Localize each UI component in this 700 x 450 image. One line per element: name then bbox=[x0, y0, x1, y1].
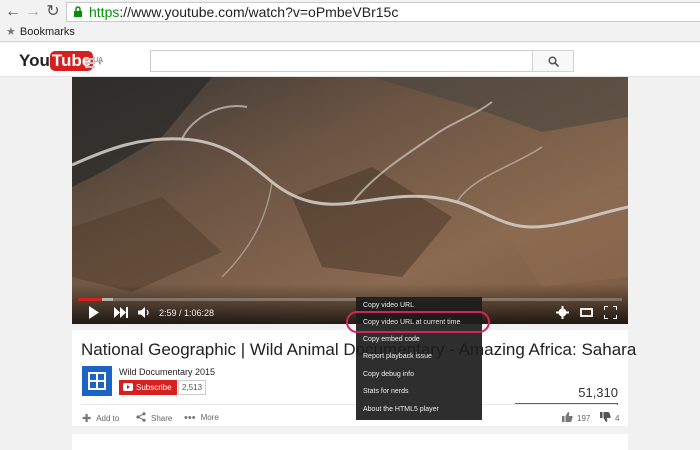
ctx-copy-video-url[interactable]: Copy video URL bbox=[363, 302, 414, 309]
next-section-card bbox=[72, 434, 628, 450]
progress-bar[interactable] bbox=[78, 298, 622, 301]
channel-name[interactable]: Wild Documentary 2015 bbox=[119, 367, 215, 377]
search-input[interactable] bbox=[150, 50, 532, 72]
share-icon bbox=[136, 412, 146, 422]
progress-loaded bbox=[102, 298, 114, 301]
subscriber-count: 2,513 bbox=[178, 380, 207, 395]
play-icon[interactable] bbox=[88, 306, 100, 319]
ctx-copy-debug-info[interactable]: Copy debug info bbox=[363, 371, 414, 378]
back-icon[interactable]: ← bbox=[4, 3, 22, 21]
bookmarks-bar-item[interactable]: ★ Bookmarks bbox=[6, 25, 75, 38]
highlight-ring bbox=[346, 311, 490, 333]
video-player[interactable]: 2:59 / 1:06:28 bbox=[72, 77, 628, 324]
ctx-stats-for-nerds[interactable]: Stats for nerds bbox=[363, 388, 409, 395]
add-to-button[interactable]: ✚ Add to bbox=[82, 412, 119, 425]
star-icon: ★ bbox=[6, 26, 16, 38]
thumbs-down-icon bbox=[600, 412, 611, 422]
ctx-copy-embed-code[interactable]: Copy embed code bbox=[363, 336, 420, 343]
video-info-card: National Geographic | Wild Animal Docume… bbox=[72, 330, 636, 426]
subscribe-button[interactable]: Subscribe bbox=[119, 380, 177, 395]
theater-mode-icon[interactable] bbox=[580, 308, 593, 317]
view-count: 51,310 bbox=[578, 385, 618, 400]
search-button[interactable] bbox=[532, 50, 574, 72]
dislike-button[interactable]: 4 bbox=[600, 412, 619, 423]
thumbs-up-icon bbox=[562, 412, 573, 422]
more-dots-icon: ••• bbox=[184, 412, 196, 424]
ctx-report-playback[interactable]: Report playback issue bbox=[363, 353, 432, 360]
browser-chrome: ← → ↻ https://www.youtube.com/watch?v=oP… bbox=[0, 0, 700, 42]
lock-icon bbox=[74, 6, 82, 17]
youtube-play-icon bbox=[123, 383, 133, 391]
share-button[interactable]: Share bbox=[136, 412, 172, 423]
progress-played bbox=[78, 298, 103, 301]
time-display: 2:59 / 1:06:28 bbox=[159, 308, 215, 318]
plus-icon: ✚ bbox=[82, 413, 92, 425]
like-button[interactable]: 197 bbox=[562, 412, 590, 423]
more-button[interactable]: ••• More bbox=[184, 412, 219, 424]
ctx-about-html5-player[interactable]: About the HTML5 player bbox=[363, 406, 439, 413]
url-text: https://www.youtube.com/watch?v=oPmbeVBr… bbox=[89, 4, 399, 20]
volume-icon[interactable] bbox=[138, 307, 152, 318]
forward-icon[interactable]: → bbox=[24, 3, 42, 21]
divider bbox=[81, 404, 617, 405]
youtube-header: You Tube UA ▼ bbox=[0, 43, 700, 77]
fullscreen-icon[interactable] bbox=[604, 306, 617, 319]
reload-icon[interactable]: ↻ bbox=[44, 3, 62, 21]
next-icon[interactable] bbox=[114, 307, 128, 318]
address-bar[interactable]: https://www.youtube.com/watch?v=oPmbeVBr… bbox=[66, 2, 700, 22]
search-icon bbox=[548, 56, 559, 67]
settings-gear-icon[interactable] bbox=[556, 306, 569, 319]
channel-avatar[interactable] bbox=[82, 366, 112, 396]
guide-menu-icon[interactable]: ▼ bbox=[85, 58, 103, 68]
